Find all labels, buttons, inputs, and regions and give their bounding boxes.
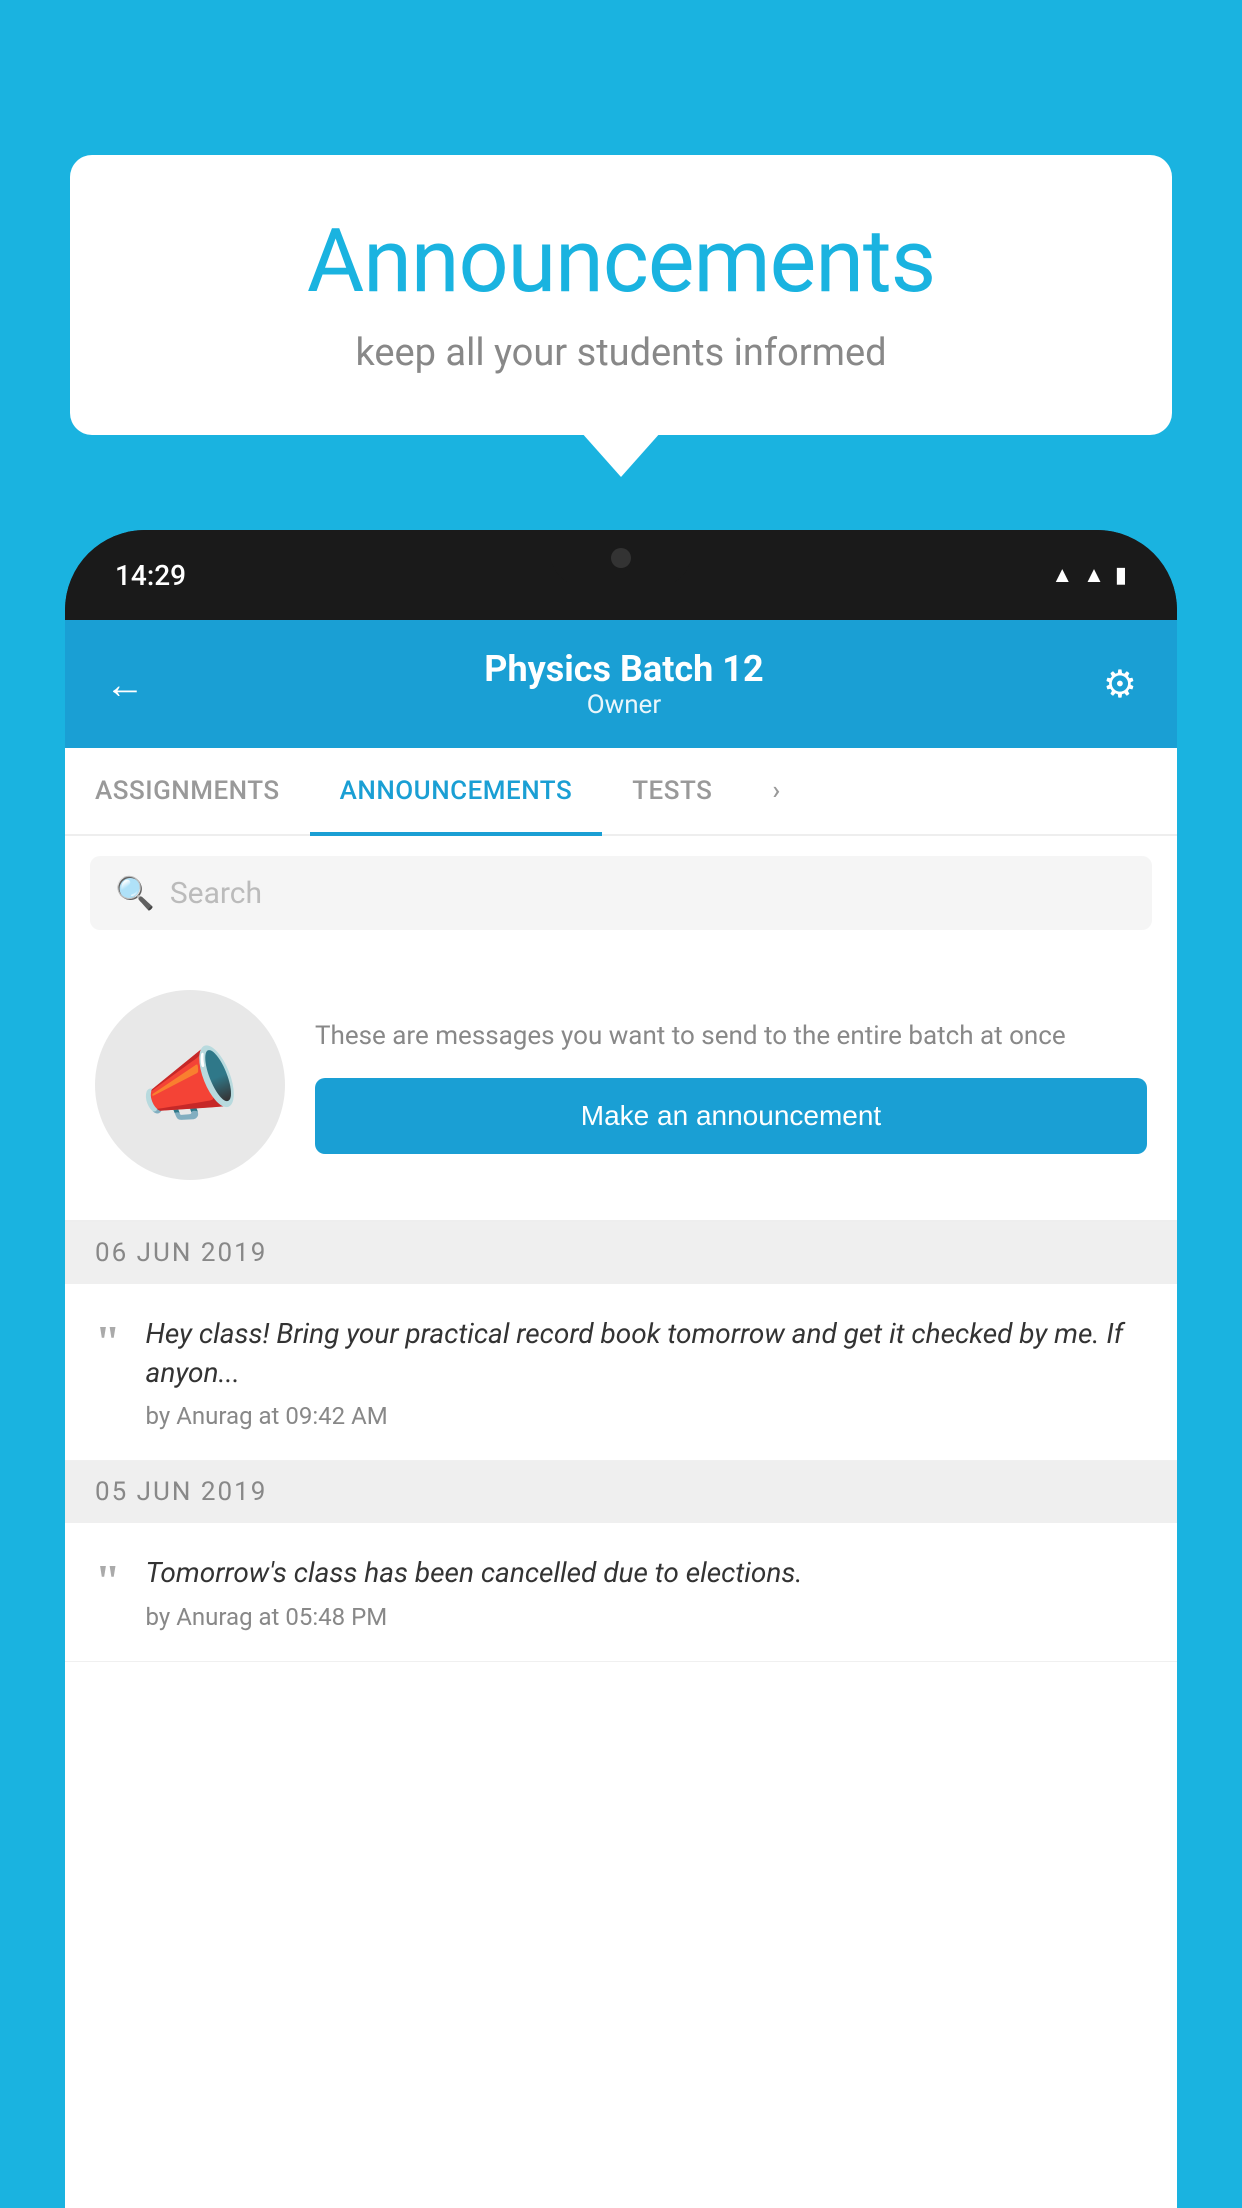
status-time: 14:29	[115, 559, 186, 592]
date-label-1: 06 JUN 2019	[95, 1238, 267, 1268]
search-placeholder: Search	[170, 876, 262, 911]
cta-description: These are messages you want to send to t…	[315, 1017, 1147, 1056]
phone-frame: 14:29 ← Physics Batch 12 Owner ⚙ ASSIGNM…	[65, 530, 1177, 2208]
camera-dot	[611, 548, 631, 568]
tab-tests[interactable]: TESTS	[602, 748, 742, 834]
app-bar-title: Physics Batch 12	[145, 648, 1103, 690]
notch	[551, 530, 691, 585]
app-bar-subtitle: Owner	[145, 690, 1103, 720]
back-button[interactable]: ←	[105, 661, 145, 708]
announcement-content-2: Tomorrow's class has been cancelled due …	[146, 1553, 1147, 1630]
date-separator-2: 05 JUN 2019	[65, 1461, 1177, 1523]
settings-icon[interactable]: ⚙	[1103, 662, 1137, 707]
speech-bubble: Announcements keep all your students inf…	[70, 155, 1172, 435]
date-separator-1: 06 JUN 2019	[65, 1222, 1177, 1284]
bubble-title: Announcements	[130, 210, 1112, 313]
cta-area: 📣 These are messages you want to send to…	[65, 950, 1177, 1222]
announcement-content-1: Hey class! Bring your practical record b…	[146, 1314, 1147, 1430]
search-icon: 🔍	[115, 874, 155, 912]
app-bar: ← Physics Batch 12 Owner ⚙	[65, 620, 1177, 748]
megaphone-circle: 📣	[95, 990, 285, 1180]
tab-more[interactable]: ›	[742, 748, 810, 834]
announcement-text-1: Hey class! Bring your practical record b…	[146, 1314, 1147, 1392]
signal-icon	[1083, 562, 1105, 588]
search-container: 🔍 Search	[65, 836, 1177, 950]
tab-assignments[interactable]: ASSIGNMENTS	[65, 748, 310, 834]
announcement-item-1[interactable]: " Hey class! Bring your practical record…	[65, 1284, 1177, 1461]
announcement-text-2: Tomorrow's class has been cancelled due …	[146, 1553, 1147, 1592]
search-bar[interactable]: 🔍 Search	[90, 856, 1152, 930]
date-label-2: 05 JUN 2019	[95, 1477, 267, 1507]
battery-icon	[1115, 563, 1127, 588]
speech-bubble-container: Announcements keep all your students inf…	[70, 155, 1172, 435]
announcement-meta-1: by Anurag at 09:42 AM	[146, 1402, 1147, 1430]
quote-icon-2: "	[95, 1558, 121, 1604]
status-bar: 14:29	[65, 530, 1177, 620]
tabs-bar: ASSIGNMENTS ANNOUNCEMENTS TESTS ›	[65, 748, 1177, 836]
announcement-item-2[interactable]: " Tomorrow's class has been cancelled du…	[65, 1523, 1177, 1661]
make-announcement-button[interactable]: Make an announcement	[315, 1078, 1147, 1154]
status-icons	[1051, 562, 1127, 588]
tab-announcements[interactable]: ANNOUNCEMENTS	[310, 748, 603, 834]
cta-content: These are messages you want to send to t…	[315, 1017, 1147, 1154]
bubble-subtitle: keep all your students informed	[130, 331, 1112, 375]
quote-icon-1: "	[95, 1319, 121, 1365]
app-screen: ← Physics Batch 12 Owner ⚙ ASSIGNMENTS A…	[65, 620, 1177, 2208]
app-bar-title-section: Physics Batch 12 Owner	[145, 648, 1103, 720]
megaphone-icon: 📣	[140, 1038, 240, 1132]
wifi-icon	[1051, 562, 1073, 588]
announcement-meta-2: by Anurag at 05:48 PM	[146, 1603, 1147, 1631]
